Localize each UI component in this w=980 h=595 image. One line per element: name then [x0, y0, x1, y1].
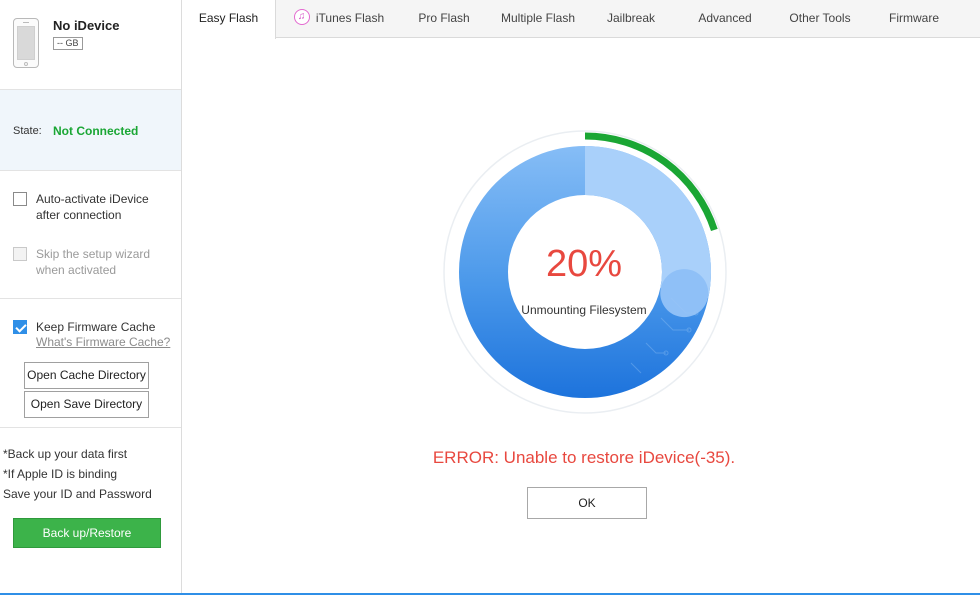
- backup-restore-button[interactable]: Back up/Restore: [13, 518, 161, 548]
- tab-itunes-flash-label: iTunes Flash: [315, 11, 385, 25]
- storage-badge: -- GB: [53, 37, 83, 50]
- firmware-cache-help-link[interactable]: What's Firmware Cache?: [36, 334, 170, 350]
- progress-stage: Unmounting Filesystem: [521, 303, 647, 317]
- ok-button[interactable]: OK: [527, 487, 647, 519]
- state-label: State:: [13, 125, 42, 137]
- auto-activate-label: Auto-activate iDevice after connection: [36, 192, 149, 222]
- open-cache-directory-button[interactable]: Open Cache Directory: [24, 362, 149, 389]
- tab-jailbreak[interactable]: Jailbreak: [600, 0, 662, 38]
- skip-wizard-label: Skip the setup wizard when activated: [36, 247, 151, 277]
- note-save-id: Save your ID and Password: [3, 487, 152, 501]
- progress-percent: 20%: [545, 243, 623, 285]
- tab-advanced[interactable]: Advanced: [690, 0, 760, 38]
- device-panel: No iDevice -- GB: [0, 0, 181, 90]
- state-panel: State: Not Connected: [0, 90, 181, 171]
- tab-firmware[interactable]: Firmware: [882, 0, 946, 38]
- note-apple-id: *If Apple ID is binding: [3, 467, 118, 481]
- divider: [0, 427, 181, 428]
- keep-cache-checkbox[interactable]: [13, 320, 27, 334]
- tab-multiple-flash[interactable]: Multiple Flash: [492, 0, 584, 38]
- state-value: Not Connected: [53, 124, 139, 138]
- tab-other-tools[interactable]: Other Tools: [782, 0, 858, 38]
- tab-pro-flash[interactable]: Pro Flash: [410, 0, 478, 38]
- error-message: ERROR: Unable to restore iDevice(-35).: [432, 448, 736, 467]
- auto-activate-checkbox[interactable]: [13, 192, 27, 206]
- tab-itunes-flash[interactable]: iTunes Flash: [286, 0, 392, 38]
- note-backup: *Back up your data first: [3, 447, 128, 461]
- open-save-directory-button[interactable]: Open Save Directory: [24, 391, 149, 418]
- tab-easy-flash[interactable]: Easy Flash: [182, 0, 276, 39]
- main-panel: 20% Unmounting Filesystem ERROR: Unable …: [182, 39, 980, 595]
- itunes-icon: [293, 9, 310, 25]
- device-name: No iDevice: [53, 18, 120, 33]
- divider: [0, 298, 181, 299]
- tab-bar: Easy Flash iTunes Flash Pro Flash Multip…: [182, 0, 980, 39]
- keep-cache-label: Keep Firmware Cache: [36, 320, 156, 334]
- skip-wizard-checkbox: [13, 247, 27, 261]
- phone-icon: [13, 18, 39, 68]
- sidebar: No iDevice -- GB State: Not Connected Au…: [0, 0, 182, 595]
